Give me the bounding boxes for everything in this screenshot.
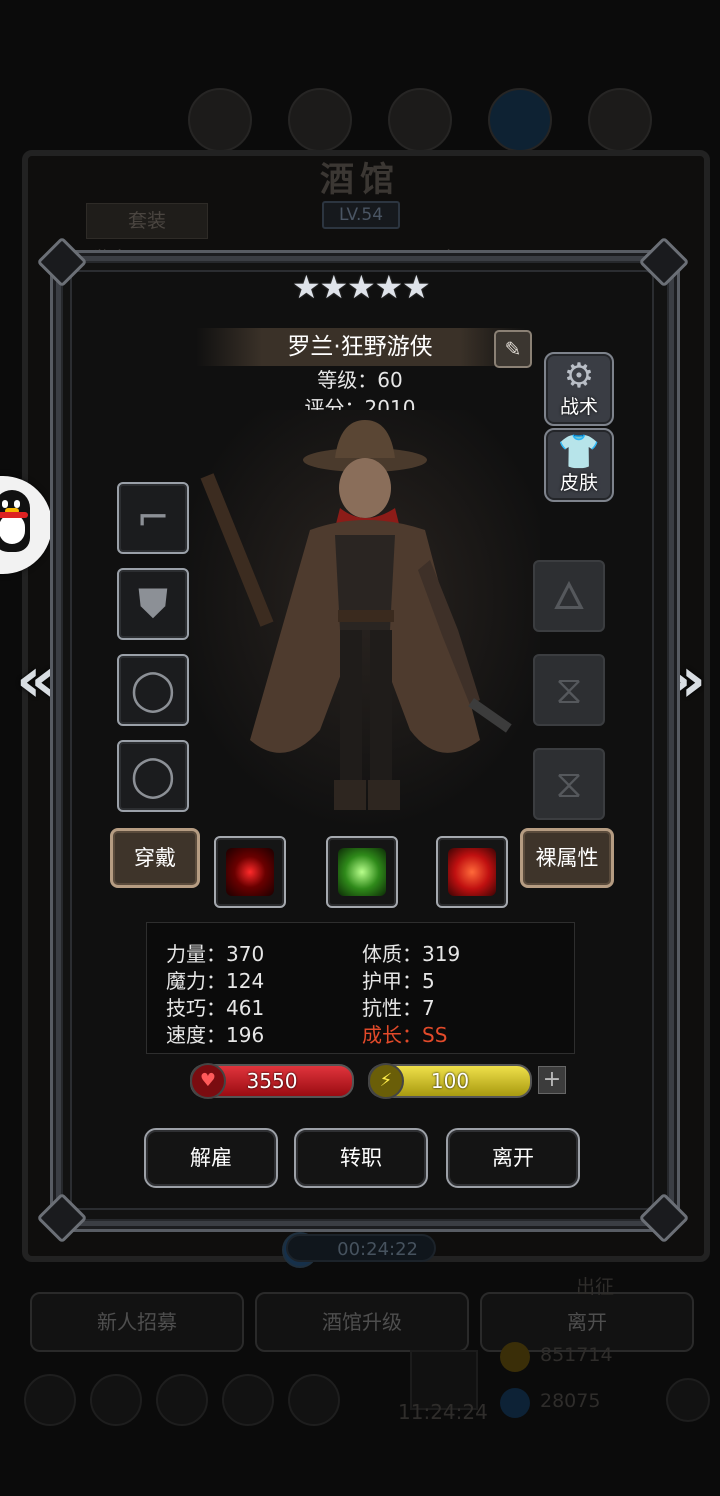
tavern-level: LV.54: [322, 201, 400, 229]
red-cross-skill-icon: [448, 848, 496, 896]
bottom-menu-icon: [156, 1374, 208, 1426]
gem-amount: 28075: [540, 1390, 601, 1412]
gold-amount: 851714: [540, 1344, 613, 1366]
gem-icon: [500, 1388, 530, 1418]
shirt-icon: 👕: [557, 432, 601, 472]
recruit-button: 新人招募: [30, 1292, 244, 1352]
ring-slot-1[interactable]: ◯: [117, 654, 189, 726]
skill-slot-1[interactable]: [214, 836, 286, 908]
bottom-menu-icon: [288, 1374, 340, 1426]
stat-speed: 速度：196: [166, 1023, 265, 1047]
leave-button[interactable]: 离开: [446, 1128, 580, 1188]
skill-slot-2[interactable]: [326, 836, 398, 908]
armor-icon: ⛊: [138, 581, 168, 627]
hourglass-icon: ⧖: [555, 762, 583, 806]
weapon-slot[interactable]: ⌐: [117, 482, 189, 554]
fire-icon: 🜂: [552, 574, 586, 618]
tavern-title: 酒馆: [320, 160, 400, 200]
rename-button[interactable]: ✎: [494, 330, 532, 368]
change-job-button[interactable]: 转职: [294, 1128, 428, 1188]
top-menu-icon: [388, 88, 452, 152]
rune-slot-2[interactable]: ⧖: [533, 654, 605, 726]
bottom-timer: 11:24:24: [398, 1400, 488, 1424]
skin-button[interactable]: 👕 皮肤: [544, 428, 614, 502]
dismiss-button[interactable]: 解雇: [144, 1128, 278, 1188]
naked-attributes-button[interactable]: 裸属性: [520, 828, 614, 888]
green-ghost-skill-icon: [338, 848, 386, 896]
stat-constitution: 体质：319: [362, 942, 461, 966]
stat-growth: 成长：SS: [362, 1023, 448, 1047]
skill-slot-3[interactable]: [436, 836, 508, 908]
ring-icon: ◯: [130, 753, 176, 799]
crosshair-skill-icon: [226, 848, 274, 896]
hero-portrait: [190, 410, 540, 830]
star-rating: ★ ★ ★ ★ ★: [292, 268, 431, 314]
stat-skill: 技巧：461: [166, 996, 265, 1020]
energy-bar: ⚡ 100: [368, 1063, 532, 1099]
ring-slot-2[interactable]: ◯: [117, 740, 189, 812]
stat-armor: 护甲：5: [362, 969, 435, 993]
equip-button[interactable]: 穿戴: [110, 828, 200, 888]
star-icon: ★: [374, 268, 404, 306]
stat-magic: 魔力：124: [166, 969, 265, 993]
tavern-timer: 00:24:22: [286, 1234, 436, 1262]
stat-resistance: 抗性：7: [362, 996, 435, 1020]
stat-strength: 力量：370: [166, 942, 265, 966]
star-icon: ★: [347, 268, 376, 306]
top-menu-icon: [288, 88, 352, 152]
top-menu-icon: [488, 88, 552, 152]
bottom-menu-icon: [222, 1374, 274, 1426]
star-icon: ★: [319, 268, 349, 306]
ring-icon: ◯: [130, 667, 176, 713]
tavern-upgrade-button: 酒馆升级: [255, 1292, 469, 1352]
top-menu-icon: [588, 88, 652, 152]
star-icon: ★: [292, 268, 321, 306]
gear-icon: ⚙: [563, 356, 595, 396]
gold-coin-icon: [500, 1342, 530, 1372]
tactics-label: 战术: [559, 396, 598, 418]
hp-value: 3550: [246, 1069, 298, 1093]
armor-slot[interactable]: ⛊: [117, 568, 189, 640]
skin-label: 皮肤: [559, 472, 598, 494]
hp-bar: ♥ 3550: [190, 1063, 354, 1099]
star-icon: ★: [402, 268, 431, 306]
bottom-menu-icon: [24, 1374, 76, 1426]
hero-name: 罗兰·狂野游侠: [287, 334, 433, 360]
add-icon: [666, 1378, 710, 1422]
pencil-icon: ✎: [504, 337, 522, 361]
add-energy-button[interactable]: +: [538, 1066, 566, 1094]
pistol-icon: ⌐: [136, 495, 170, 541]
rune-slot-3[interactable]: ⧖: [533, 748, 605, 820]
rune-slot-1[interactable]: 🜂: [533, 560, 605, 632]
hourglass-icon: ⧖: [555, 668, 583, 712]
expedition-label: 出征: [576, 1276, 615, 1298]
top-menu-icon: [188, 88, 252, 152]
suit-tab: 套装: [86, 203, 208, 239]
bottom-menu-icon: [90, 1374, 142, 1426]
energy-value: 100: [430, 1069, 470, 1093]
tactics-button[interactable]: ⚙ 战术: [544, 352, 614, 426]
